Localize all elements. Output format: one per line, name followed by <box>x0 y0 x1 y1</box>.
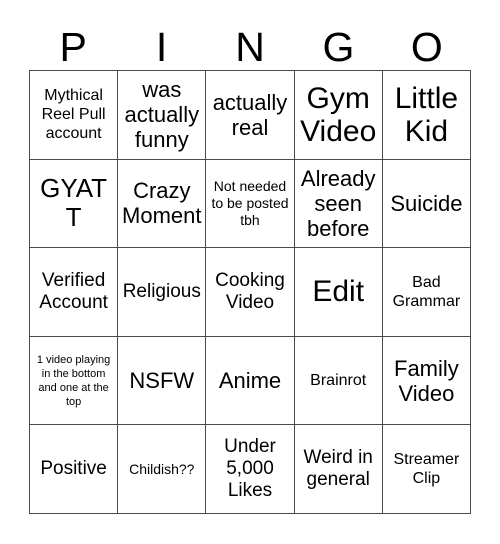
bingo-cell[interactable]: GYATT <box>30 159 119 249</box>
bingo-cell[interactable]: Cooking Video <box>206 248 295 337</box>
bingo-cell-label: Streamer Clip <box>393 451 460 488</box>
bingo-cell-label: Under 5,000 Likes <box>224 436 276 502</box>
header-letter-2: I <box>155 24 168 70</box>
header-letter-4: G <box>322 24 355 70</box>
bingo-cell-label: NSFW <box>129 368 195 394</box>
bingo-cell-label: Family Video <box>394 355 459 406</box>
bingo-cell[interactable]: Already seen before <box>294 159 383 249</box>
bingo-cell-label: Suicide <box>390 190 463 216</box>
bingo-header: P I N G O <box>29 16 471 70</box>
bingo-cell-label: Little Kid <box>394 81 459 148</box>
bingo-cell-label: Brainrot <box>310 372 367 390</box>
bingo-grid: Mythical Reel Pull account was actually … <box>29 70 471 514</box>
bingo-cell-label: Anime <box>218 368 282 394</box>
bingo-cell-label: Edit <box>312 275 365 309</box>
bingo-cell[interactable]: Bad Grammar <box>382 248 471 337</box>
bingo-cell-label: Positive <box>40 458 107 480</box>
bingo-cell[interactable]: actually real <box>206 71 295 160</box>
bingo-cell[interactable]: was actually funny <box>118 71 207 160</box>
bingo-cell-label: Cooking Video <box>215 269 285 313</box>
bingo-cell[interactable]: Suicide <box>382 159 471 249</box>
bingo-cell[interactable]: 1 video playing in the bottom and one at… <box>30 336 119 426</box>
bingo-cell-label: Childish?? <box>129 460 195 477</box>
bingo-cell-label: GYATT <box>40 173 108 233</box>
bingo-cell[interactable]: Under 5,000 Likes <box>206 425 295 514</box>
bingo-cell-label: 1 video playing in the bottom and one at… <box>36 353 111 408</box>
bingo-cell-label: Already seen before <box>300 165 376 241</box>
bingo-cell[interactable]: Positive <box>30 425 119 514</box>
bingo-cell[interactable]: Crazy Moment <box>118 159 207 249</box>
header-letter-3: N <box>235 24 265 70</box>
bingo-cell[interactable]: Gym Video <box>294 71 383 160</box>
bingo-cell[interactable]: Mythical Reel Pull account <box>30 71 119 160</box>
bingo-cell-label: Weird in general <box>303 447 373 491</box>
bingo-card: P I N G O Mythical Reel Pull account was… <box>0 0 500 544</box>
header-letter-5: O <box>410 24 443 70</box>
bingo-cell-label: Not needed to be posted tbh <box>211 177 289 228</box>
bingo-cell[interactable]: Not needed to be posted tbh <box>206 159 295 249</box>
bingo-cell[interactable]: Religious <box>118 248 207 337</box>
header-letter-1: P <box>59 24 87 70</box>
bingo-cell[interactable]: Verified Account <box>30 248 119 337</box>
bingo-cell-label: Crazy Moment <box>122 178 202 229</box>
bingo-cell-label: Gym Video <box>300 81 377 148</box>
bingo-cell[interactable]: Family Video <box>382 336 471 426</box>
bingo-cell[interactable]: Streamer Clip <box>382 425 471 514</box>
bingo-cell[interactable]: NSFW <box>118 336 207 426</box>
bingo-cell[interactable]: Childish?? <box>118 425 207 514</box>
bingo-cell-label: was actually funny <box>124 77 200 153</box>
bingo-cell-label: Religious <box>122 280 201 302</box>
bingo-cell-label: Bad Grammar <box>392 273 461 310</box>
bingo-cell[interactable]: Brainrot <box>294 336 383 426</box>
bingo-cell[interactable]: Little Kid <box>382 71 471 160</box>
bingo-cell[interactable]: Weird in general <box>294 425 383 514</box>
bingo-cell-label: Mythical Reel Pull account <box>41 87 106 143</box>
bingo-cell[interactable]: Anime <box>206 336 295 426</box>
bingo-cell[interactable]: Edit <box>294 248 383 337</box>
bingo-cell-label: Verified Account <box>39 269 108 313</box>
bingo-cell-label: actually real <box>212 89 288 140</box>
